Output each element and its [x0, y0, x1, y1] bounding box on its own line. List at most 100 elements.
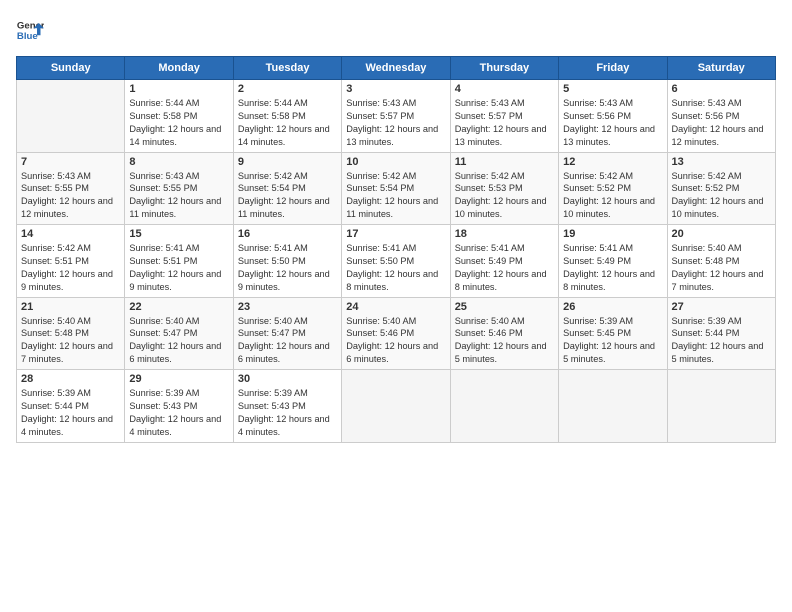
day-info: Sunrise: 5:39 AM Sunset: 5:43 PM Dayligh…	[238, 387, 337, 439]
calendar-cell: 20 Sunrise: 5:40 AM Sunset: 5:48 PM Dayli…	[667, 225, 775, 298]
calendar-cell: 10 Sunrise: 5:42 AM Sunset: 5:54 PM Dayli…	[342, 152, 450, 225]
calendar-week-row: 28 Sunrise: 5:39 AM Sunset: 5:44 PM Dayli…	[17, 370, 776, 443]
calendar-cell: 30 Sunrise: 5:39 AM Sunset: 5:43 PM Dayli…	[233, 370, 341, 443]
day-number: 16	[238, 228, 337, 240]
day-number: 10	[346, 156, 445, 168]
day-number: 13	[672, 156, 771, 168]
day-info: Sunrise: 5:44 AM Sunset: 5:58 PM Dayligh…	[238, 97, 337, 149]
day-info: Sunrise: 5:41 AM Sunset: 5:50 PM Dayligh…	[346, 242, 445, 294]
calendar-cell: 17 Sunrise: 5:41 AM Sunset: 5:50 PM Dayli…	[342, 225, 450, 298]
day-number: 11	[455, 156, 554, 168]
day-number: 22	[129, 301, 228, 313]
day-number: 14	[21, 228, 120, 240]
day-info: Sunrise: 5:39 AM Sunset: 5:44 PM Dayligh…	[21, 387, 120, 439]
calendar-cell: 26 Sunrise: 5:39 AM Sunset: 5:45 PM Dayli…	[559, 297, 667, 370]
calendar-cell: 1 Sunrise: 5:44 AM Sunset: 5:58 PM Daylig…	[125, 80, 233, 153]
calendar-cell: 11 Sunrise: 5:42 AM Sunset: 5:53 PM Dayli…	[450, 152, 558, 225]
weekday-header: Monday	[125, 57, 233, 80]
day-info: Sunrise: 5:39 AM Sunset: 5:45 PM Dayligh…	[563, 315, 662, 367]
calendar-cell: 23Sunrise: 5:40 AM Sunset: 5:47 PM Dayli…	[233, 297, 341, 370]
day-number: 20	[672, 228, 771, 240]
day-info: Sunrise: 5:39 AM Sunset: 5:43 PM Dayligh…	[129, 387, 228, 439]
calendar-cell: 8Sunrise: 5:43 AM Sunset: 5:55 PM Daylig…	[125, 152, 233, 225]
day-info: Sunrise: 5:41 AM Sunset: 5:51 PM Dayligh…	[129, 242, 228, 294]
weekday-header: Tuesday	[233, 57, 341, 80]
day-info: Sunrise: 5:41 AM Sunset: 5:49 PM Dayligh…	[455, 242, 554, 294]
day-info: Sunrise: 5:40 AM Sunset: 5:46 PM Dayligh…	[346, 315, 445, 367]
day-number: 15	[129, 228, 228, 240]
day-number: 2	[238, 83, 337, 95]
calendar-cell: 28 Sunrise: 5:39 AM Sunset: 5:44 PM Dayli…	[17, 370, 125, 443]
day-info: Sunrise: 5:44 AM Sunset: 5:58 PM Dayligh…	[129, 97, 228, 149]
day-number: 18	[455, 228, 554, 240]
day-info: Sunrise: 5:41 AM Sunset: 5:50 PM Dayligh…	[238, 242, 337, 294]
calendar-cell: 19 Sunrise: 5:41 AM Sunset: 5:49 PM Dayli…	[559, 225, 667, 298]
calendar-week-row: 1 Sunrise: 5:44 AM Sunset: 5:58 PM Daylig…	[17, 80, 776, 153]
calendar-cell: 25 Sunrise: 5:40 AM Sunset: 5:46 PM Dayli…	[450, 297, 558, 370]
day-number: 21	[21, 301, 120, 313]
day-info: Sunrise: 5:39 AM Sunset: 5:44 PM Dayligh…	[672, 315, 771, 367]
day-info: Sunrise: 5:40 AM Sunset: 5:48 PM Dayligh…	[672, 242, 771, 294]
day-number: 23	[238, 301, 337, 313]
day-number: 19	[563, 228, 662, 240]
day-number: 6	[672, 83, 771, 95]
calendar-cell	[450, 370, 558, 443]
calendar-cell: 4 Sunrise: 5:43 AM Sunset: 5:57 PM Daylig…	[450, 80, 558, 153]
calendar-cell: 15 Sunrise: 5:41 AM Sunset: 5:51 PM Dayli…	[125, 225, 233, 298]
calendar-cell: 2 Sunrise: 5:44 AM Sunset: 5:58 PM Daylig…	[233, 80, 341, 153]
calendar-cell	[17, 80, 125, 153]
day-info: Sunrise: 5:42 AM Sunset: 5:54 PM Dayligh…	[238, 170, 337, 222]
day-number: 30	[238, 373, 337, 385]
day-number: 12	[563, 156, 662, 168]
calendar-cell: 5 Sunrise: 5:43 AM Sunset: 5:56 PM Daylig…	[559, 80, 667, 153]
calendar-cell	[667, 370, 775, 443]
day-number: 1	[129, 83, 228, 95]
calendar-cell: 29 Sunrise: 5:39 AM Sunset: 5:43 PM Dayli…	[125, 370, 233, 443]
calendar-cell: 22 Sunrise: 5:40 AM Sunset: 5:47 PM Dayli…	[125, 297, 233, 370]
calendar-cell: 18 Sunrise: 5:41 AM Sunset: 5:49 PM Dayli…	[450, 225, 558, 298]
day-info: Sunrise: 5:43 AM Sunset: 5:57 PM Dayligh…	[455, 97, 554, 149]
calendar-week-row: 21 Sunrise: 5:40 AM Sunset: 5:48 PM Dayli…	[17, 297, 776, 370]
calendar-cell: 16 Sunrise: 5:41 AM Sunset: 5:50 PM Dayli…	[233, 225, 341, 298]
calendar-cell: 3 Sunrise: 5:43 AM Sunset: 5:57 PM Daylig…	[342, 80, 450, 153]
day-number: 26	[563, 301, 662, 313]
day-number: 25	[455, 301, 554, 313]
day-info: Sunrise: 5:40 AM Sunset: 5:47 PM Dayligh…	[129, 315, 228, 367]
calendar-cell	[559, 370, 667, 443]
svg-text:Blue: Blue	[17, 31, 38, 42]
day-number: 5	[563, 83, 662, 95]
day-info: Sunrise: 5:42 AM Sunset: 5:54 PM Dayligh…	[346, 170, 445, 222]
weekday-header: Friday	[559, 57, 667, 80]
day-number: 27	[672, 301, 771, 313]
calendar-cell: 14Sunrise: 5:42 AM Sunset: 5:51 PM Dayli…	[17, 225, 125, 298]
weekday-header: Thursday	[450, 57, 558, 80]
calendar-cell	[342, 370, 450, 443]
logo: General Blue	[16, 16, 48, 44]
day-info: Sunrise: 5:43 AM Sunset: 5:56 PM Dayligh…	[672, 97, 771, 149]
day-info: Sunrise: 5:43 AM Sunset: 5:55 PM Dayligh…	[21, 170, 120, 222]
day-info: Sunrise: 5:40 AM Sunset: 5:46 PM Dayligh…	[455, 315, 554, 367]
day-info: Sunrise: 5:43 AM Sunset: 5:56 PM Dayligh…	[563, 97, 662, 149]
calendar-cell: 21 Sunrise: 5:40 AM Sunset: 5:48 PM Dayli…	[17, 297, 125, 370]
day-number: 3	[346, 83, 445, 95]
day-number: 4	[455, 83, 554, 95]
calendar-header: SundayMondayTuesdayWednesdayThursdayFrid…	[17, 57, 776, 80]
day-info: Sunrise: 5:42 AM Sunset: 5:52 PM Dayligh…	[672, 170, 771, 222]
calendar-cell: 27 Sunrise: 5:39 AM Sunset: 5:44 PM Dayli…	[667, 297, 775, 370]
day-number: 29	[129, 373, 228, 385]
day-number: 7	[21, 156, 120, 168]
calendar-cell: 24Sunrise: 5:40 AM Sunset: 5:46 PM Dayli…	[342, 297, 450, 370]
weekday-header: Saturday	[667, 57, 775, 80]
logo-icon: General Blue	[16, 16, 44, 44]
calendar-cell: 6 Sunrise: 5:43 AM Sunset: 5:56 PM Daylig…	[667, 80, 775, 153]
day-info: Sunrise: 5:41 AM Sunset: 5:49 PM Dayligh…	[563, 242, 662, 294]
day-info: Sunrise: 5:40 AM Sunset: 5:48 PM Dayligh…	[21, 315, 120, 367]
day-info: Sunrise: 5:43 AM Sunset: 5:57 PM Dayligh…	[346, 97, 445, 149]
weekday-header: Wednesday	[342, 57, 450, 80]
day-info: Sunrise: 5:42 AM Sunset: 5:53 PM Dayligh…	[455, 170, 554, 222]
day-number: 17	[346, 228, 445, 240]
calendar-week-row: 14Sunrise: 5:42 AM Sunset: 5:51 PM Dayli…	[17, 225, 776, 298]
calendar-cell: 12Sunrise: 5:42 AM Sunset: 5:52 PM Dayli…	[559, 152, 667, 225]
day-number: 28	[21, 373, 120, 385]
calendar-table: SundayMondayTuesdayWednesdayThursdayFrid…	[16, 56, 776, 443]
